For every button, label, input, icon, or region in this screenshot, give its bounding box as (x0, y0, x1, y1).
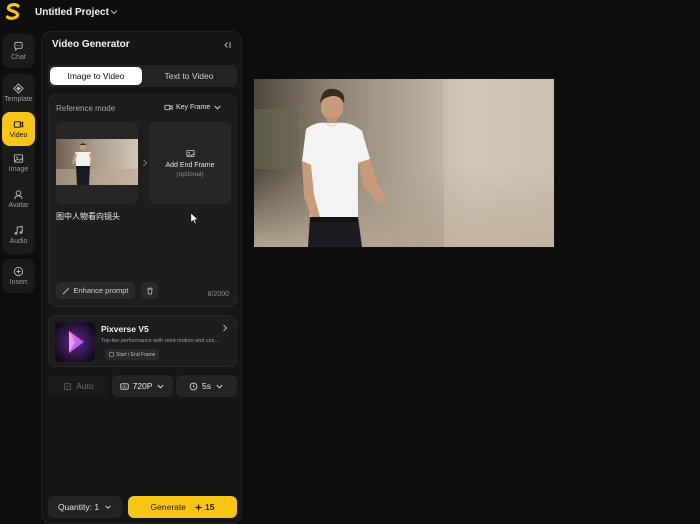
prompt-input[interactable]: 图中人物看向镜头 (56, 211, 120, 222)
chevron-down-icon[interactable] (109, 7, 119, 17)
generate-cost: 15 (194, 502, 214, 512)
aspect-auto-label: Auto (76, 381, 94, 391)
clock-icon (189, 382, 198, 390)
duration-value: 5s (202, 381, 211, 391)
s-logo-icon[interactable] (5, 3, 21, 21)
svg-text:HD: HD (122, 384, 127, 388)
model-thumbnail (55, 322, 95, 362)
sidebar-item-template[interactable]: Template (2, 76, 35, 110)
chevron-right-icon (223, 324, 228, 332)
panel-title: Video Generator (52, 39, 130, 50)
end-frame-title: Add End Frame (165, 161, 215, 169)
keyframe-icon (164, 104, 173, 111)
video-generator-panel: Video Generator Image to Video Text to V… (41, 31, 242, 524)
avatar-icon (14, 190, 23, 200)
top-bar: Untitled Project (0, 0, 700, 28)
chevron-down-icon (105, 505, 111, 509)
aspect-auto-button[interactable]: Auto (48, 375, 109, 397)
chevron-down-icon (157, 384, 164, 389)
magic-wand-icon (63, 287, 70, 294)
start-frame[interactable] (56, 122, 138, 204)
aspect-ratio-icon (64, 382, 72, 390)
reference-card: Reference mode Key Frame Add End Frame (… (48, 94, 237, 307)
model-name: Pixverse V5 (101, 324, 149, 334)
model-tag: Start / End Frame (105, 349, 160, 360)
sparkle-icon (194, 502, 203, 512)
mode-tabs: Image to Video Text to Video (48, 65, 237, 87)
sidebar-item-label: Image (8, 166, 29, 173)
quantity-select[interactable]: Quantity: 1 (48, 496, 122, 518)
enhance-prompt-label: Enhance prompt (73, 286, 129, 295)
sidebar-item-insert[interactable]: Insert (2, 259, 35, 293)
chevron-down-icon (216, 384, 223, 389)
chevron-right-icon (143, 159, 148, 167)
tab-image-to-video[interactable]: Image to Video (50, 67, 142, 85)
generate-button[interactable]: Generate 15 (128, 496, 237, 518)
generate-cost-value: 15 (204, 502, 215, 512)
sidebar-item-label: Video (9, 132, 28, 139)
keyframe-select[interactable]: Key Frame (164, 103, 222, 112)
sidebar-item-label: Insert (9, 279, 28, 286)
sidebar-item-video[interactable]: Video (2, 112, 35, 146)
sidebar-item-avatar[interactable]: Avatar (2, 182, 35, 216)
trash-icon (146, 287, 153, 294)
sidebar-item-label: Chat (11, 54, 26, 61)
start-frame-thumbnail (56, 139, 138, 185)
tab-text-to-video[interactable]: Text to Video (143, 67, 235, 85)
sidebar-item-label: Audio (9, 238, 28, 245)
sidebar-item-label: Avatar (8, 202, 29, 209)
plus-circle-icon (13, 266, 24, 277)
video-camera-icon (13, 121, 24, 128)
rail-group-chat: Chat (2, 34, 35, 68)
rail-group-main: Template Video Image Avatar Audio (2, 74, 35, 254)
mouse-cursor-icon (190, 212, 199, 225)
enhance-prompt-button[interactable]: Enhance prompt (56, 282, 135, 299)
char-count: 8/2000 (207, 291, 229, 298)
model-description: Top-tier performance with vivid motion a… (101, 338, 219, 344)
sidebar-item-chat[interactable]: Chat (2, 34, 35, 68)
frame-icon (109, 352, 114, 357)
duration-select[interactable]: 5s (176, 375, 237, 397)
generate-label: Generate (150, 502, 186, 512)
music-note-icon (14, 225, 23, 235)
model-tag-label: Start / End Frame (116, 351, 156, 358)
sidebar-item-label: Template (4, 96, 33, 103)
add-image-icon (185, 149, 195, 157)
chat-bubble-icon (14, 41, 23, 52)
canvas-image[interactable] (254, 79, 554, 247)
template-icon (13, 83, 24, 94)
keyframe-label: Key Frame (176, 104, 211, 111)
rail-group-insert: Insert (2, 259, 35, 293)
chevron-down-icon (214, 105, 221, 110)
quantity-label: Quantity: 1 (57, 502, 100, 512)
end-frame-subtitle: (optional) (176, 170, 204, 178)
hd-icon: HD (119, 382, 129, 390)
collapse-panel-icon[interactable] (222, 40, 232, 50)
clear-prompt-button[interactable] (141, 282, 158, 299)
add-end-frame-button[interactable]: Add End Frame (optional) (149, 122, 231, 204)
project-title[interactable]: Untitled Project (35, 7, 109, 18)
resolution-value: 720P (132, 381, 153, 391)
resolution-select[interactable]: HD 720P (112, 375, 173, 397)
image-icon (13, 154, 24, 163)
sidebar-item-image[interactable]: Image (2, 146, 35, 180)
sidebar-item-audio[interactable]: Audio (2, 218, 35, 252)
model-selector[interactable]: Pixverse V5 Top-tier performance with vi… (48, 315, 237, 367)
reference-mode-label: Reference mode (56, 104, 116, 113)
